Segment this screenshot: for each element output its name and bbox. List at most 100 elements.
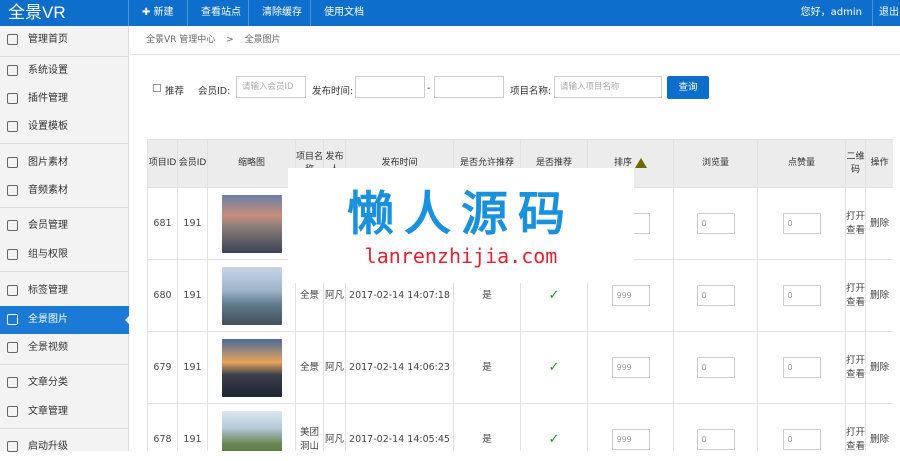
sidebar-item-groups[interactable]: 组与权限 bbox=[0, 241, 129, 269]
cell-thumb bbox=[207, 331, 296, 404]
docs-link[interactable]: 使用文档 bbox=[310, 0, 377, 26]
divider bbox=[0, 143, 129, 144]
sidebar-item-label: 文章分类 bbox=[28, 377, 68, 388]
sidebar-item-members[interactable]: 会员管理 bbox=[0, 212, 129, 240]
views-input[interactable]: 0 bbox=[696, 357, 735, 378]
sidebar-item-label: 文章管理 bbox=[28, 406, 68, 417]
check-icon: ✓ bbox=[520, 403, 588, 451]
sidebar-item-images[interactable]: 图片素材 bbox=[0, 149, 129, 177]
thumbnail-image[interactable] bbox=[221, 338, 282, 397]
new-button[interactable]: ✚ 新建 bbox=[128, 0, 187, 26]
view-site-link[interactable]: 查看站点 bbox=[187, 0, 254, 26]
tag-icon bbox=[7, 285, 18, 296]
date-start-input[interactable] bbox=[355, 76, 425, 98]
project-name-input[interactable]: 请输入项目名称 bbox=[554, 76, 662, 98]
panorama-icon bbox=[7, 314, 18, 325]
thumbnail-image[interactable] bbox=[221, 194, 282, 253]
brand-logo[interactable]: 全景VR bbox=[0, 0, 128, 26]
recommend-checkbox[interactable] bbox=[153, 84, 161, 92]
sidebar-item-templates[interactable]: 设置模板 bbox=[0, 113, 129, 141]
breadcrumb-root[interactable]: 全景VR 管理中心 bbox=[146, 35, 215, 45]
sort-input[interactable]: 999 bbox=[611, 429, 650, 450]
qr-link[interactable]: 打开查看 bbox=[845, 331, 866, 404]
sidebar-item-settings[interactable]: 系统设置 bbox=[0, 57, 129, 85]
qr-link[interactable]: 打开查看 bbox=[845, 187, 866, 260]
cell-likes: 0 bbox=[757, 259, 846, 332]
cell-thumb bbox=[207, 403, 296, 451]
cell-thumb bbox=[207, 187, 296, 260]
divider bbox=[0, 271, 129, 272]
cell-id: 681 bbox=[147, 187, 178, 260]
users-icon bbox=[7, 220, 18, 231]
sidebar-item-label: 启动升级 bbox=[28, 441, 68, 452]
cell-id: 680 bbox=[147, 259, 178, 332]
clear-cache-link[interactable]: 清除缓存 bbox=[248, 0, 315, 26]
date-end-input[interactable] bbox=[434, 76, 504, 98]
divider bbox=[0, 364, 129, 365]
sidebar-item-tags[interactable]: 标签管理 bbox=[0, 277, 129, 305]
cell-allow: 是 bbox=[453, 331, 521, 404]
sidebar-item-label: 会员管理 bbox=[28, 220, 68, 231]
likes-input[interactable]: 0 bbox=[782, 285, 821, 306]
sidebar-item-plugins[interactable]: 插件管理 bbox=[0, 85, 129, 113]
views-input[interactable]: 0 bbox=[696, 213, 735, 234]
template-icon bbox=[7, 121, 18, 132]
breadcrumb-separator: > bbox=[226, 35, 234, 45]
cell-sort: 999 bbox=[587, 331, 674, 404]
col-header: 浏览量 bbox=[673, 139, 758, 188]
breadcrumb: 全景VR 管理中心 > 全景图片 bbox=[130, 26, 900, 55]
delete-link[interactable]: 删除 bbox=[865, 187, 893, 260]
delete-link[interactable]: 删除 bbox=[865, 403, 893, 451]
recommend-label: 推荐 bbox=[165, 86, 185, 97]
cell-member: 191 bbox=[177, 187, 208, 260]
delete-link[interactable]: 删除 bbox=[865, 259, 893, 332]
col-header: 点赞量 bbox=[757, 139, 846, 188]
sidebar-item-label: 系统设置 bbox=[28, 65, 68, 76]
cell-member: 191 bbox=[177, 331, 208, 404]
sidebar: 管理首页 系统设置 插件管理 设置模板 图片素材 音频素材 会员管理 组与权限 … bbox=[0, 26, 130, 452]
delete-link[interactable]: 删除 bbox=[865, 331, 893, 404]
check-icon: ✓ bbox=[520, 331, 588, 404]
col-header: 缩略图 bbox=[207, 139, 296, 188]
sidebar-item-label: 组与权限 bbox=[28, 249, 68, 260]
logout-link[interactable]: 退出 bbox=[872, 0, 900, 26]
sidebar-item-audio[interactable]: 音频素材 bbox=[0, 177, 129, 205]
sidebar-item-article-categories[interactable]: 文章分类 bbox=[0, 369, 129, 397]
divider bbox=[0, 428, 129, 429]
image-icon bbox=[7, 157, 18, 168]
sidebar-item-home[interactable]: 管理首页 bbox=[0, 26, 129, 54]
views-input[interactable]: 0 bbox=[696, 429, 735, 450]
col-header: 会员ID bbox=[177, 139, 208, 188]
thumbnail-image[interactable] bbox=[221, 410, 282, 451]
qr-link[interactable]: 打开查看 bbox=[845, 259, 866, 332]
sidebar-item-label: 全景视频 bbox=[28, 342, 68, 353]
cell-sort: 999 bbox=[587, 403, 674, 451]
qr-link[interactable]: 打开查看 bbox=[845, 403, 866, 451]
sidebar-item-panorama-images[interactable]: 全景图片 bbox=[0, 306, 130, 334]
cell-thumb bbox=[207, 259, 296, 332]
member-id-input[interactable]: 请输入会员ID bbox=[236, 76, 306, 98]
query-button[interactable]: 查询 bbox=[667, 76, 709, 99]
sort-input[interactable]: 999 bbox=[611, 357, 650, 378]
sort-input[interactable]: 999 bbox=[611, 285, 650, 306]
cell-views: 0 bbox=[673, 403, 758, 451]
sidebar-item-label: 图片素材 bbox=[28, 157, 68, 168]
divider bbox=[0, 207, 129, 208]
thumbnail-image[interactable] bbox=[221, 266, 282, 325]
likes-input[interactable]: 0 bbox=[782, 213, 821, 234]
sidebar-item-upgrade[interactable]: 启动升级 bbox=[0, 433, 129, 461]
sidebar-item-panorama-video[interactable]: 全景视频 bbox=[0, 334, 129, 362]
likes-input[interactable]: 0 bbox=[782, 429, 821, 450]
sidebar-item-articles[interactable]: 文章管理 bbox=[0, 398, 129, 426]
cell-likes: 0 bbox=[757, 331, 846, 404]
user-greeting: 您好，admin bbox=[800, 7, 862, 18]
views-input[interactable]: 0 bbox=[696, 285, 735, 306]
send-icon bbox=[7, 93, 18, 104]
sidebar-item-label: 标签管理 bbox=[28, 285, 68, 296]
cell-member: 191 bbox=[177, 403, 208, 451]
cell-likes: 0 bbox=[757, 403, 846, 451]
top-bar: 全景VR ✚ 新建 查看站点 清除缓存 使用文档 您好，admin 退出 bbox=[0, 0, 900, 26]
likes-input[interactable]: 0 bbox=[782, 357, 821, 378]
col-header: 二维码 bbox=[845, 139, 866, 188]
warning-icon bbox=[635, 157, 647, 168]
